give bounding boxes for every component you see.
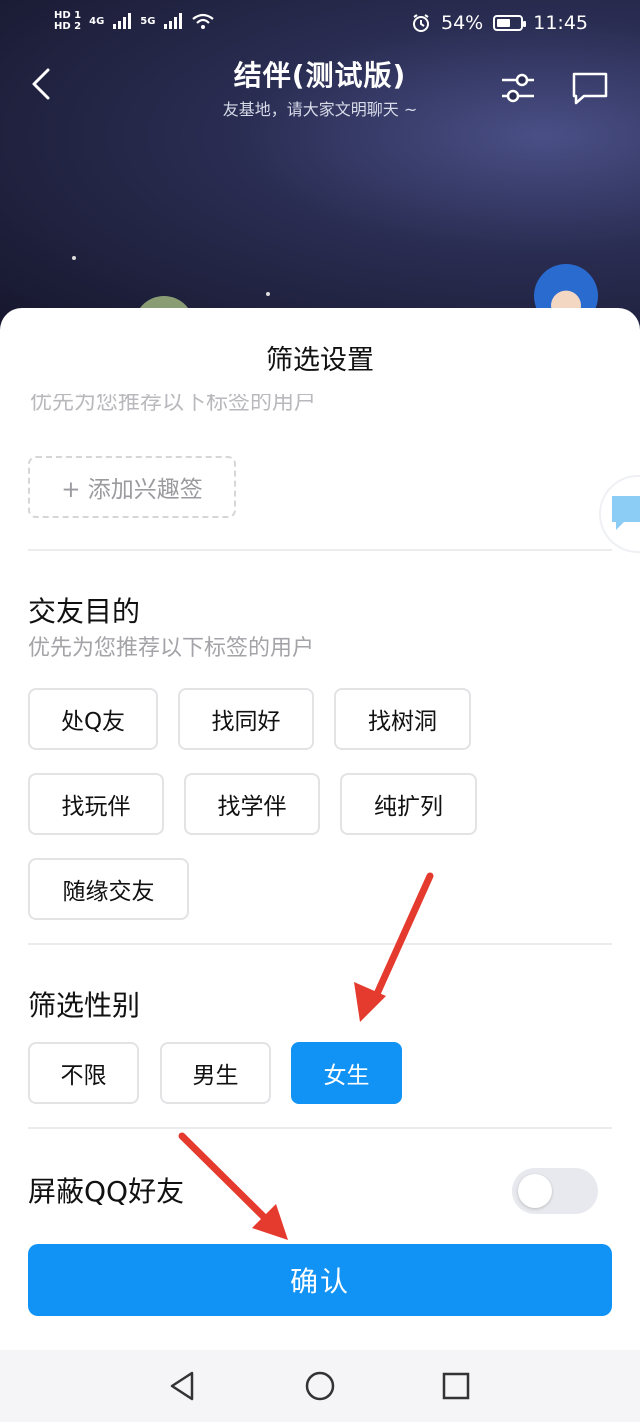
hd2-label: HD 2	[54, 21, 82, 32]
network-4g-label: 4G	[89, 15, 105, 27]
nav-recents-icon[interactable]	[438, 1368, 474, 1404]
chip-purpose[interactable]: 找学伴	[184, 773, 320, 835]
chip-gender-any[interactable]: 不限	[28, 1042, 139, 1104]
nav-back-icon[interactable]	[164, 1368, 200, 1404]
top-header: 结伴(测试版) 友基地，请大家文明聊天 ~	[0, 48, 640, 128]
nav-home-icon[interactable]	[302, 1368, 338, 1404]
chip-gender-male[interactable]: 男生	[160, 1042, 271, 1104]
filter-settings-sheet: 筛选设置 优先为您推荐以下标签的用户 + 添加兴趣签 交友目的 优先为您推荐以下…	[0, 308, 640, 1422]
battery-icon	[493, 15, 527, 31]
chip-purpose[interactable]: 找树洞	[334, 688, 471, 750]
status-right: 54% 11:45	[411, 12, 588, 34]
interest-hint: 优先为您推荐以下标签的用户	[30, 394, 430, 422]
chip-gender-female[interactable]: 女生	[291, 1042, 402, 1104]
network-5g-label: 5G	[140, 15, 156, 27]
message-icon[interactable]	[570, 68, 610, 108]
status-bar: HD 1 HD 2 4G 5G 54% 11:45	[0, 0, 640, 48]
hd1-label: HD 1	[54, 10, 82, 21]
divider	[28, 549, 612, 551]
wifi-icon	[192, 13, 215, 29]
purpose-section-hint: 优先为您推荐以下标签的用户	[28, 636, 315, 661]
star-decoration	[266, 292, 270, 296]
signal-icon	[164, 13, 183, 29]
star-decoration	[72, 256, 76, 260]
page-subtitle: 友基地，请大家文明聊天 ~	[222, 100, 418, 119]
chip-purpose[interactable]: 随缘交友	[28, 858, 189, 920]
page-title: 结伴(测试版)	[233, 59, 407, 92]
block-qq-toggle[interactable]	[512, 1168, 598, 1214]
filter-sliders-icon[interactable]	[498, 68, 538, 108]
gender-section-title: 筛选性别	[28, 989, 141, 1022]
chip-purpose[interactable]: 找同好	[178, 688, 314, 750]
battery-percent: 54%	[441, 12, 484, 34]
clock: 11:45	[533, 12, 588, 34]
interest-hint-text: 优先为您推荐以下标签的用户	[30, 394, 317, 415]
add-interest-tag-button[interactable]: + 添加兴趣签	[28, 456, 236, 518]
purpose-section-title: 交友目的	[28, 595, 141, 628]
toggle-knob	[518, 1174, 552, 1208]
chip-purpose[interactable]: 找玩伴	[28, 773, 164, 835]
chip-purpose[interactable]: 纯扩列	[340, 773, 477, 835]
chip-purpose[interactable]: 处Q友	[28, 688, 158, 750]
signal-icon	[113, 13, 132, 29]
alarm-icon	[413, 14, 429, 32]
divider	[28, 943, 612, 945]
confirm-button[interactable]: 确认	[28, 1244, 612, 1316]
block-qq-label: 屏蔽QQ好友	[28, 1175, 185, 1208]
signal-indicators: HD 1 HD 2 4G 5G	[54, 10, 215, 32]
sheet-title: 筛选设置	[266, 345, 374, 376]
divider	[28, 1127, 612, 1129]
chat-bubble-icon[interactable]	[594, 474, 640, 554]
system-nav-bar	[0, 1350, 640, 1422]
